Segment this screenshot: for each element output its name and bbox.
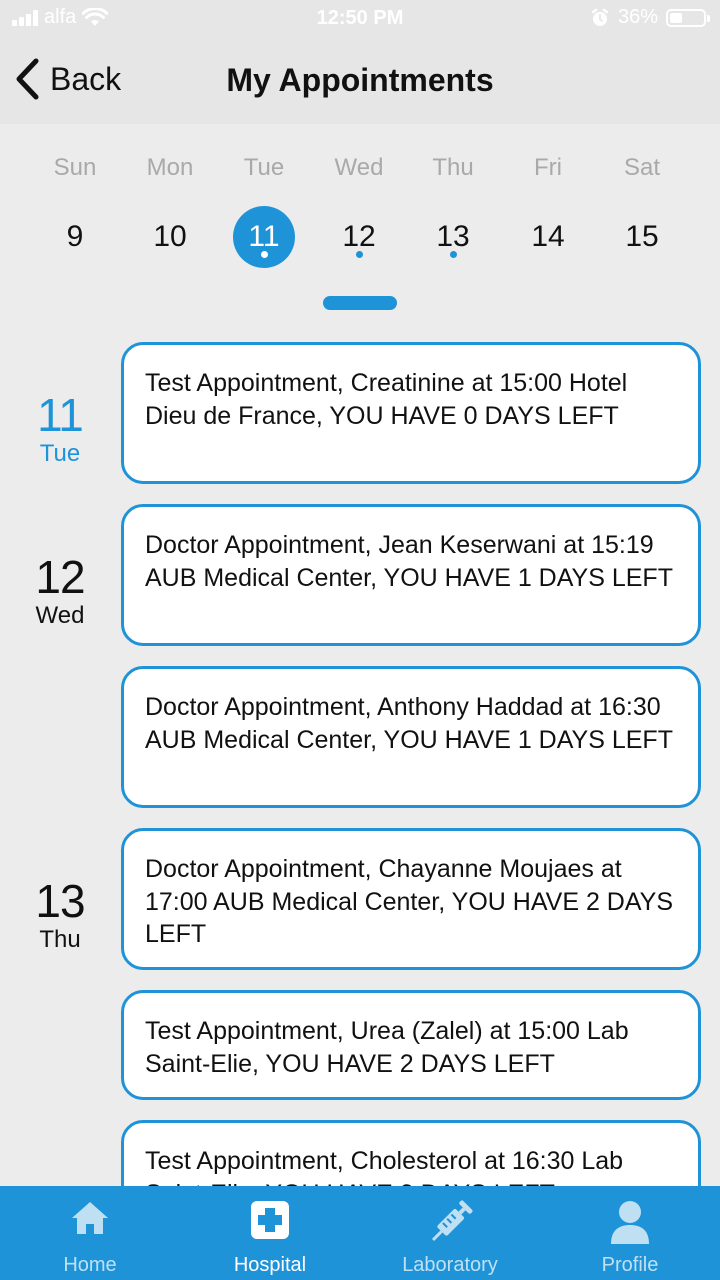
- tab-home[interactable]: Home: [0, 1186, 180, 1280]
- appointment-text: Test Appointment, Creatinine at 15:00 Ho…: [145, 369, 628, 430]
- appointment-text: Test Appointment, Urea (Zalel) at 15:00 …: [145, 1017, 629, 1078]
- event-indicator-dot: [449, 251, 457, 258]
- weekday-label: Sun: [53, 154, 97, 181]
- weekday-label: Thu: [432, 154, 474, 181]
- tab-profile[interactable]: Profile: [540, 1186, 720, 1280]
- agenda-list[interactable]: 11 Tue 12 Wed 13 Thu Test Appointment, C…: [0, 320, 720, 1186]
- calendar-day-12[interactable]: 12: [328, 206, 390, 268]
- weekday-label: Mon: [146, 154, 194, 181]
- home-icon: [72, 1202, 108, 1234]
- appointment-card[interactable]: Doctor Appointment, Jean Keserwani at 15…: [121, 504, 701, 646]
- tab-label: Hospital: [233, 1254, 307, 1276]
- agenda-date-weekday: Wed: [35, 602, 85, 629]
- calendar-day-9[interactable]: 9: [44, 206, 106, 268]
- tab-laboratory[interactable]: Laboratory: [360, 1186, 540, 1280]
- tab-hospital[interactable]: Hospital: [180, 1186, 360, 1280]
- tab-label: Profile: [601, 1254, 659, 1276]
- appointment-card[interactable]: Doctor Appointment, Chayanne Moujaes at …: [121, 828, 701, 970]
- agenda-date-thu: 13 Thu: [20, 878, 100, 954]
- agenda-date-wed: 12 Wed: [20, 554, 100, 630]
- agenda-date-number: 13: [35, 875, 85, 927]
- battery-icon: [666, 8, 710, 27]
- event-indicator-dot: [355, 251, 363, 258]
- appointment-card[interactable]: Test Appointment, Creatinine at 15:00 Ho…: [121, 342, 701, 484]
- status-bar: alfa 12:50 PM 36%: [0, 0, 720, 40]
- page-title: My Appointments: [226, 62, 494, 98]
- agenda-date-number: 12: [35, 551, 85, 603]
- appointment-text: Doctor Appointment, Jean Keserwani at 15…: [145, 531, 673, 592]
- appointment-card[interactable]: Doctor Appointment, Anthony Haddad at 16…: [121, 666, 701, 808]
- battery-fill: [670, 12, 682, 23]
- profile-icon: [611, 1201, 649, 1244]
- weekday-label: Sat: [623, 154, 661, 181]
- tab-label: Laboratory: [402, 1254, 498, 1276]
- calendar-expand-handle[interactable]: [323, 296, 397, 310]
- agenda-date-weekday: Thu: [39, 926, 81, 953]
- calendar-day-13[interactable]: 13: [422, 206, 484, 268]
- calendar-day-11[interactable]: 11: [233, 206, 295, 268]
- appointment-card[interactable]: Test Appointment, Cholesterol at 16:30 L…: [121, 1120, 701, 1186]
- agenda-date-tue: 11 Tue: [20, 392, 100, 468]
- syringe-icon: [431, 1200, 473, 1242]
- calendar-day-14[interactable]: 14: [517, 206, 579, 268]
- appointment-text: Doctor Appointment, Anthony Haddad at 16…: [145, 693, 673, 754]
- week-calendar: Sun 9 Mon 10 Tue 11 Wed 12 Thu 13 Fri 14 Sat 15: [0, 124, 720, 320]
- agenda-date-weekday: Tue: [39, 440, 81, 467]
- hospital-icon: [251, 1201, 289, 1239]
- alarm-icon: [591, 8, 609, 26]
- weekday-label: Wed: [334, 154, 384, 181]
- tab-bar: Home Hospital Laboratory Profile: [0, 1186, 720, 1280]
- appointment-text: Doctor Appointment, Chayanne Moujaes at …: [145, 855, 674, 948]
- event-indicator-dot: [260, 251, 268, 258]
- weekday-label: Tue: [243, 154, 285, 181]
- appointment-card[interactable]: Test Appointment, Urea (Zalel) at 15:00 …: [121, 990, 701, 1100]
- calendar-day-10[interactable]: 10: [139, 206, 201, 268]
- appointment-text: Test Appointment, Cholesterol at 16:30 L…: [145, 1147, 624, 1186]
- battery-percent: 36%: [617, 6, 658, 28]
- weekday-label: Fri: [534, 154, 562, 181]
- agenda-date-number: 11: [37, 389, 84, 441]
- calendar-day-15[interactable]: 15: [611, 206, 673, 268]
- navigation-bar: Back My Appointments: [0, 40, 720, 124]
- status-right: 36%: [590, 6, 710, 29]
- tab-label: Home: [63, 1254, 117, 1276]
